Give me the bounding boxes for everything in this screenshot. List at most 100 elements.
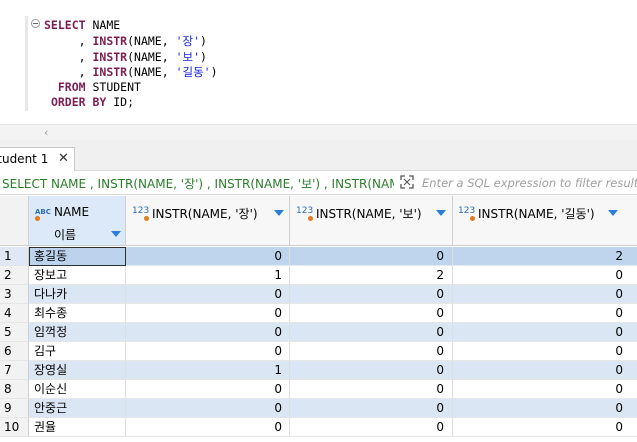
sort-arrow-icon[interactable]: [274, 210, 284, 216]
cell-instr-2[interactable]: 2: [290, 266, 453, 285]
cell-instr-3[interactable]: 0: [453, 266, 637, 285]
code-line-2: , INSTR(NAME, '장'): [44, 34, 207, 48]
column-type-abc-icon: ABC: [35, 208, 51, 216]
row-number[interactable]: 9: [0, 399, 29, 418]
cell-instr-3[interactable]: 0: [453, 361, 637, 380]
table-row[interactable]: 7 장영실 1 0 0: [0, 361, 637, 380]
scroll-left-icon[interactable]: ‹: [44, 126, 48, 139]
cell-instr-1[interactable]: 1: [126, 266, 290, 285]
cell-instr-3[interactable]: 0: [453, 399, 637, 418]
code-line-5: FROM STUDENT: [57, 80, 141, 94]
results-tab-bar: student 1 ✕: [0, 140, 637, 171]
column-header-instr-2[interactable]: 123 INSTR(NAME, '보'): [290, 196, 453, 246]
table-row[interactable]: 4 최수종 0 0 0: [0, 304, 637, 323]
editor-horizontal-scrollbar[interactable]: ‹: [0, 124, 637, 140]
cell-instr-3[interactable]: 0: [453, 342, 637, 361]
row-number[interactable]: 4: [0, 304, 29, 323]
cell-instr-1[interactable]: 0: [126, 304, 290, 323]
cell-name[interactable]: 장보고: [29, 266, 126, 285]
cell-instr-2[interactable]: 0: [290, 418, 453, 437]
cell-instr-2[interactable]: 0: [290, 361, 453, 380]
cell-instr-3[interactable]: 0: [453, 418, 637, 437]
table-row[interactable]: 9 안중근 0 0 0: [0, 399, 637, 418]
cell-instr-1[interactable]: 0: [126, 380, 290, 399]
filter-query-text[interactable]: SELECT NAME , INSTR(NAME, '장') , INSTR(N…: [2, 175, 394, 192]
row-number[interactable]: 8: [0, 380, 29, 399]
row-number[interactable]: 6: [0, 342, 29, 361]
code-line-1: SELECT NAME: [44, 18, 121, 32]
filter-expand-icon[interactable]: [399, 174, 415, 190]
cell-name[interactable]: 홍길동: [29, 247, 126, 266]
column-header-label: INSTR(NAME, '장'): [152, 207, 258, 221]
tab-label: student 1: [0, 152, 49, 166]
cell-instr-1[interactable]: 0: [126, 418, 290, 437]
column-type-number-icon: 123: [296, 206, 314, 216]
table-row[interactable]: 8 이순신 0 0 0: [0, 380, 637, 399]
cell-name[interactable]: 권율: [29, 418, 126, 437]
sql-editor[interactable]: SELECT NAME , INSTR(NAME, '장') , INSTR(N…: [0, 0, 637, 124]
row-number[interactable]: 3: [0, 285, 29, 304]
column-header-instr-3[interactable]: 123 INSTR(NAME, '길동'): [453, 196, 637, 246]
cell-name[interactable]: 이순신: [29, 380, 126, 399]
editor-gutter: [25, 16, 28, 111]
cell-instr-3[interactable]: 0: [453, 304, 637, 323]
cell-instr-2[interactable]: 0: [290, 342, 453, 361]
fold-icon[interactable]: [31, 19, 40, 28]
row-number[interactable]: 10: [0, 418, 29, 437]
key-marker-icon: [470, 216, 475, 221]
cell-name[interactable]: 안중근: [29, 399, 126, 418]
key-marker-icon: [144, 216, 149, 221]
code-line-3: , INSTR(NAME, '보'): [44, 50, 207, 64]
tab-close-icon[interactable]: ✕: [58, 151, 69, 166]
column-header-instr-1[interactable]: 123 INSTR(NAME, '장'): [126, 196, 290, 246]
table-row[interactable]: 6 김구 0 0 0: [0, 342, 637, 361]
cell-instr-3[interactable]: 2: [453, 247, 637, 266]
cell-instr-1[interactable]: 0: [126, 285, 290, 304]
row-number-header[interactable]: [0, 196, 29, 246]
key-marker-icon: [35, 216, 40, 221]
tab-student-1[interactable]: student 1 ✕: [0, 147, 75, 171]
cell-instr-1[interactable]: 1: [126, 361, 290, 380]
cell-instr-2[interactable]: 0: [290, 285, 453, 304]
sort-arrow-icon[interactable]: [111, 231, 121, 237]
column-header-sublabel: 이름: [54, 228, 77, 242]
cell-instr-2[interactable]: 0: [290, 399, 453, 418]
column-type-number-icon: 123: [132, 206, 150, 216]
cell-name[interactable]: 최수종: [29, 304, 126, 323]
cell-instr-1[interactable]: 0: [126, 399, 290, 418]
table-row[interactable]: 3 다나카 0 0 0: [0, 285, 637, 304]
table-row[interactable]: 2 장보고 1 2 0: [0, 266, 637, 285]
row-number[interactable]: 7: [0, 361, 29, 380]
cell-instr-2[interactable]: 0: [290, 380, 453, 399]
row-number[interactable]: 2: [0, 266, 29, 285]
column-header-name[interactable]: ABC NAME 이름: [29, 196, 126, 246]
cell-instr-3[interactable]: 0: [453, 380, 637, 399]
cell-instr-2[interactable]: 0: [290, 323, 453, 342]
cell-instr-3[interactable]: 0: [453, 285, 637, 304]
column-header-label: INSTR(NAME, '보'): [316, 207, 422, 221]
cell-name[interactable]: 다나카: [29, 285, 126, 304]
sort-arrow-icon[interactable]: [608, 210, 618, 216]
row-number[interactable]: 5: [0, 323, 29, 342]
cell-name[interactable]: 임꺽정: [29, 323, 126, 342]
column-header-label: NAME: [54, 205, 90, 219]
table-row[interactable]: 5 임꺽정 0 0 0: [0, 323, 637, 342]
code-line-4: , INSTR(NAME, '길동'): [44, 65, 218, 79]
table-row[interactable]: 1 홍길동 0 0 2: [0, 247, 637, 266]
code-line-6: ORDER BY ID;: [50, 95, 135, 109]
cell-instr-1[interactable]: 0: [126, 323, 290, 342]
table-row[interactable]: 10 권율 0 0 0: [0, 418, 637, 437]
cell-name[interactable]: 장영실: [29, 361, 126, 380]
cell-instr-1[interactable]: 0: [126, 342, 290, 361]
column-header-label: INSTR(NAME, '길동'): [478, 207, 595, 221]
cell-instr-3[interactable]: 0: [453, 323, 637, 342]
filter-input[interactable]: [422, 174, 637, 192]
cell-name[interactable]: 김구: [29, 342, 126, 361]
sort-arrow-icon[interactable]: [436, 210, 446, 216]
column-type-number-icon: 123: [458, 206, 476, 216]
cell-instr-2[interactable]: 0: [290, 304, 453, 323]
key-marker-icon: [308, 216, 313, 221]
cell-instr-1[interactable]: 0: [126, 247, 290, 266]
row-number[interactable]: 1: [0, 247, 29, 266]
cell-instr-2[interactable]: 0: [290, 247, 453, 266]
